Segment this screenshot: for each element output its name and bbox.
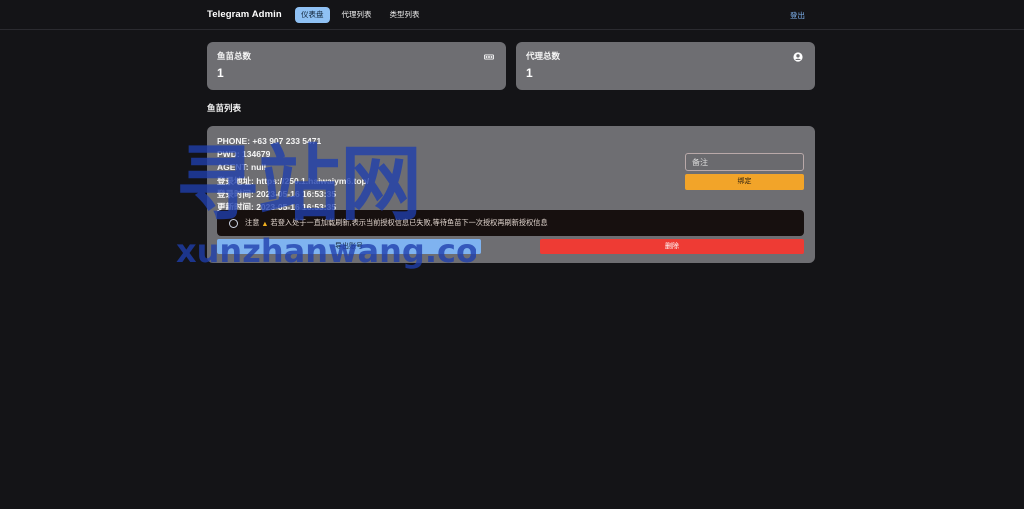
notice-prefix: 注意 (245, 218, 260, 227)
stat-label: 鱼苗总数 (217, 51, 252, 61)
notice-text: 若登入处于一直加载刷新,表示当前授权信息已失败,等待鱼苗下一次授权再刷新授权信息 (270, 218, 548, 227)
remark-input[interactable] (685, 153, 804, 171)
delete-button[interactable]: 删除 (540, 239, 804, 254)
phone-row: PHONE: +63 907 233 5471 (217, 136, 322, 146)
bind-button[interactable]: 绑定 (685, 174, 804, 190)
login-time-row: 登录时间: 2023-05-16 16:53:35 (217, 188, 337, 199)
stat-label: 代理总数 (526, 51, 561, 61)
app-brand: Telegram Admin (207, 9, 282, 20)
stat-value: 1 (217, 66, 224, 80)
fish-card: PHONE: +63 907 233 5471 PWD: 134679 AGEN… (207, 126, 815, 263)
nav-agent-list[interactable]: 代理列表 (336, 7, 378, 23)
export-account-button[interactable]: 导出账号 (217, 239, 481, 254)
logout-link[interactable]: 登出 (790, 10, 805, 21)
nav-dashboard[interactable]: 仪表盘 (295, 7, 330, 23)
password-row: PWD: 134679 (217, 149, 271, 160)
info-circle-icon (229, 218, 238, 228)
user-circle-icon (793, 52, 803, 62)
gtm-badge-icon (484, 54, 494, 60)
main-nav: 仪表盘 代理列表 类型列表 (295, 7, 426, 23)
stat-card-fish-total: 鱼苗总数 1 (207, 42, 506, 90)
nav-type-list[interactable]: 类型列表 (384, 7, 426, 23)
stat-value: 1 (526, 66, 533, 80)
stat-card-agent-total: 代理总数 1 (516, 42, 815, 90)
warning-icon: ▲ (261, 218, 269, 228)
section-title-fish-list: 鱼苗列表 (207, 103, 242, 113)
top-navbar: Telegram Admin 仪表盘 代理列表 类型列表 登出 (0, 0, 1024, 30)
agent-row: AGENT: null (217, 162, 267, 173)
notice-banner: 注意 ▲ 若登入处于一直加载刷新,表示当前授权信息已失败,等待鱼苗下一次授权再刷… (217, 210, 804, 236)
login-url-row: 登录地址: https://250.1.haiwaiym6.top/ (217, 175, 370, 186)
fish-info: PHONE: +63 907 233 5471 PWD: 134679 AGEN… (217, 135, 369, 214)
